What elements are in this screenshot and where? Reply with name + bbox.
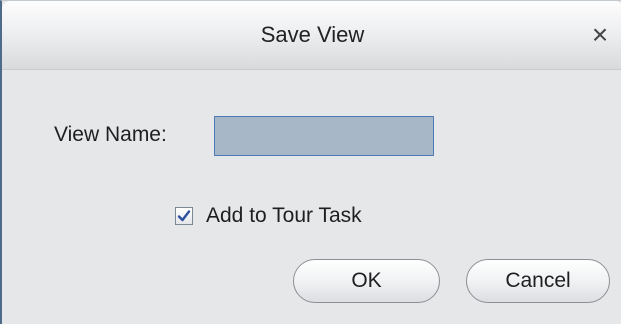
add-to-tour-checkbox[interactable]	[175, 207, 193, 225]
view-name-label: View Name:	[54, 123, 167, 146]
title-bar: Save View ×	[2, 1, 621, 70]
close-icon: ×	[591, 19, 609, 50]
ok-button[interactable]: OK	[293, 259, 440, 303]
cancel-button[interactable]: Cancel	[466, 259, 610, 303]
add-to-tour-checkbox-row[interactable]: Add to Tour Task	[175, 203, 362, 229]
checkmark-icon	[177, 210, 191, 222]
close-button[interactable]: ×	[582, 17, 618, 53]
save-view-dialog: Save View × View Name: Add to Tour Task …	[0, 0, 621, 324]
add-to-tour-label: Add to Tour Task	[206, 204, 362, 227]
view-name-input[interactable]	[214, 116, 434, 156]
dialog-title: Save View	[260, 22, 365, 47]
